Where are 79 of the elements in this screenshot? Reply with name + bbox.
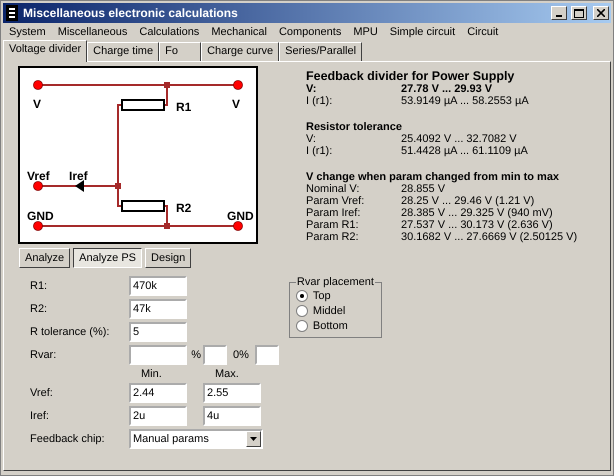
- rvar-field[interactable]: [129, 345, 187, 365]
- tab[interactable]: Charge curve: [201, 42, 280, 61]
- section-title: Feedback divider for Power Supply: [306, 69, 516, 83]
- section-title: Resistor tolerance: [306, 121, 403, 133]
- iref-min-field[interactable]: 2u: [129, 406, 187, 426]
- result-value: 27.78 V ... 29.93 V: [401, 83, 492, 95]
- radio-option[interactable]: Middel: [296, 303, 375, 318]
- tab[interactable]: Voltage divider: [3, 40, 88, 62]
- result-label: Param Iref:: [306, 207, 362, 219]
- terminal-label: V: [33, 97, 42, 111]
- app-icon: [5, 5, 19, 21]
- result-value: 28.25 V ... 29.46 V (1.21 V): [401, 195, 534, 207]
- terminal-label: Vref: [27, 169, 50, 183]
- result-value: 28.385 V ... 29.325 V (940 mV): [401, 207, 553, 219]
- unit-label: 0%: [233, 349, 249, 361]
- minimize-button[interactable]: [551, 6, 567, 20]
- action-button[interactable]: Design: [145, 248, 192, 268]
- result-label: Param Vref:: [306, 195, 366, 207]
- menu-item[interactable]: Simple circuit: [384, 26, 462, 38]
- chip-dropdown[interactable]: Manual params: [129, 429, 263, 449]
- caret-icon: [250, 437, 257, 441]
- field-label: R tolerance (%):: [30, 326, 110, 338]
- menu-item[interactable]: Miscellaneous: [52, 26, 134, 38]
- terminal-label: V: [232, 97, 240, 111]
- action-button[interactable]: Analyze: [19, 248, 70, 268]
- close-button[interactable]: [593, 6, 609, 20]
- field-label: Iref:: [30, 410, 50, 422]
- field-label: Feedback chip:: [30, 433, 106, 445]
- result-label: Nominal V:: [306, 183, 360, 195]
- menu-item[interactable]: MPU: [347, 26, 384, 38]
- menu-item[interactable]: Mechanical: [205, 26, 273, 38]
- result-label: V:: [306, 83, 318, 95]
- iref-max-field[interactable]: 4u: [203, 406, 261, 426]
- terminal-label: GND: [27, 209, 54, 223]
- column-header: Min.: [140, 368, 163, 380]
- result-label: V:: [306, 133, 317, 145]
- menu-item[interactable]: Circuit: [461, 26, 504, 38]
- tab[interactable]: Charge time: [87, 42, 160, 61]
- vref-max-field[interactable]: 2.55: [203, 383, 261, 403]
- vref-min-field[interactable]: 2.44: [129, 383, 187, 403]
- result-value: 25.4092 V ... 32.7082 V: [401, 133, 517, 145]
- menu-item[interactable]: Calculations: [133, 26, 206, 38]
- column-header: Max.: [214, 368, 240, 380]
- radio-option[interactable]: Bottom: [296, 318, 375, 333]
- menu-item[interactable]: System: [3, 26, 52, 38]
- result-value: 27.537 V ... 30.173 V (2.636 V): [401, 219, 553, 231]
- r1-field[interactable]: 470k: [129, 276, 187, 296]
- field-label: Rvar:: [30, 349, 58, 361]
- current-label: Iref: [69, 169, 88, 183]
- menu-item[interactable]: Components: [272, 26, 348, 38]
- result-value: 51.4428 µA ... 61.1109 µA: [401, 145, 528, 157]
- zero-percent-field[interactable]: [254, 345, 279, 365]
- maximize-icon: [574, 8, 584, 18]
- field-label: R1:: [30, 280, 48, 292]
- result-label: I (r1):: [306, 95, 334, 107]
- unit-label: %: [190, 349, 202, 361]
- radio-option[interactable]: Top: [296, 288, 375, 303]
- tab[interactable]: Fo: [159, 42, 202, 61]
- group-title: Rvar placement: [296, 276, 375, 288]
- action-button[interactable]: Analyze PS: [73, 248, 142, 268]
- tab[interactable]: Series/Parallel: [279, 42, 362, 61]
- r2-field[interactable]: 47k: [129, 299, 187, 319]
- result-value: 30.1682 V ... 27.6669 V (2.50125 V): [401, 231, 578, 243]
- field-label: Vref:: [30, 387, 54, 399]
- field-label: R2:: [30, 303, 48, 315]
- resistor-label: R1: [176, 100, 192, 114]
- result-value: 53.9149 µA ... 58.2553 µA: [401, 95, 529, 107]
- terminal-label: GND: [227, 209, 254, 223]
- result-label: Param R2:: [306, 231, 360, 243]
- maximize-button[interactable]: [571, 6, 587, 20]
- close-icon: [597, 9, 605, 17]
- result-label: I (r1):: [306, 145, 334, 157]
- tolerance-field[interactable]: 5: [129, 322, 187, 342]
- window-title: Miscellaneous electronic calculations: [23, 6, 239, 20]
- result-value: 28.855 V: [401, 183, 446, 195]
- result-label: Param R1:: [306, 219, 360, 231]
- resistor-label: R2: [176, 201, 192, 215]
- section-title: V change when param changed from min to max: [306, 171, 560, 183]
- percent-field[interactable]: [203, 345, 227, 365]
